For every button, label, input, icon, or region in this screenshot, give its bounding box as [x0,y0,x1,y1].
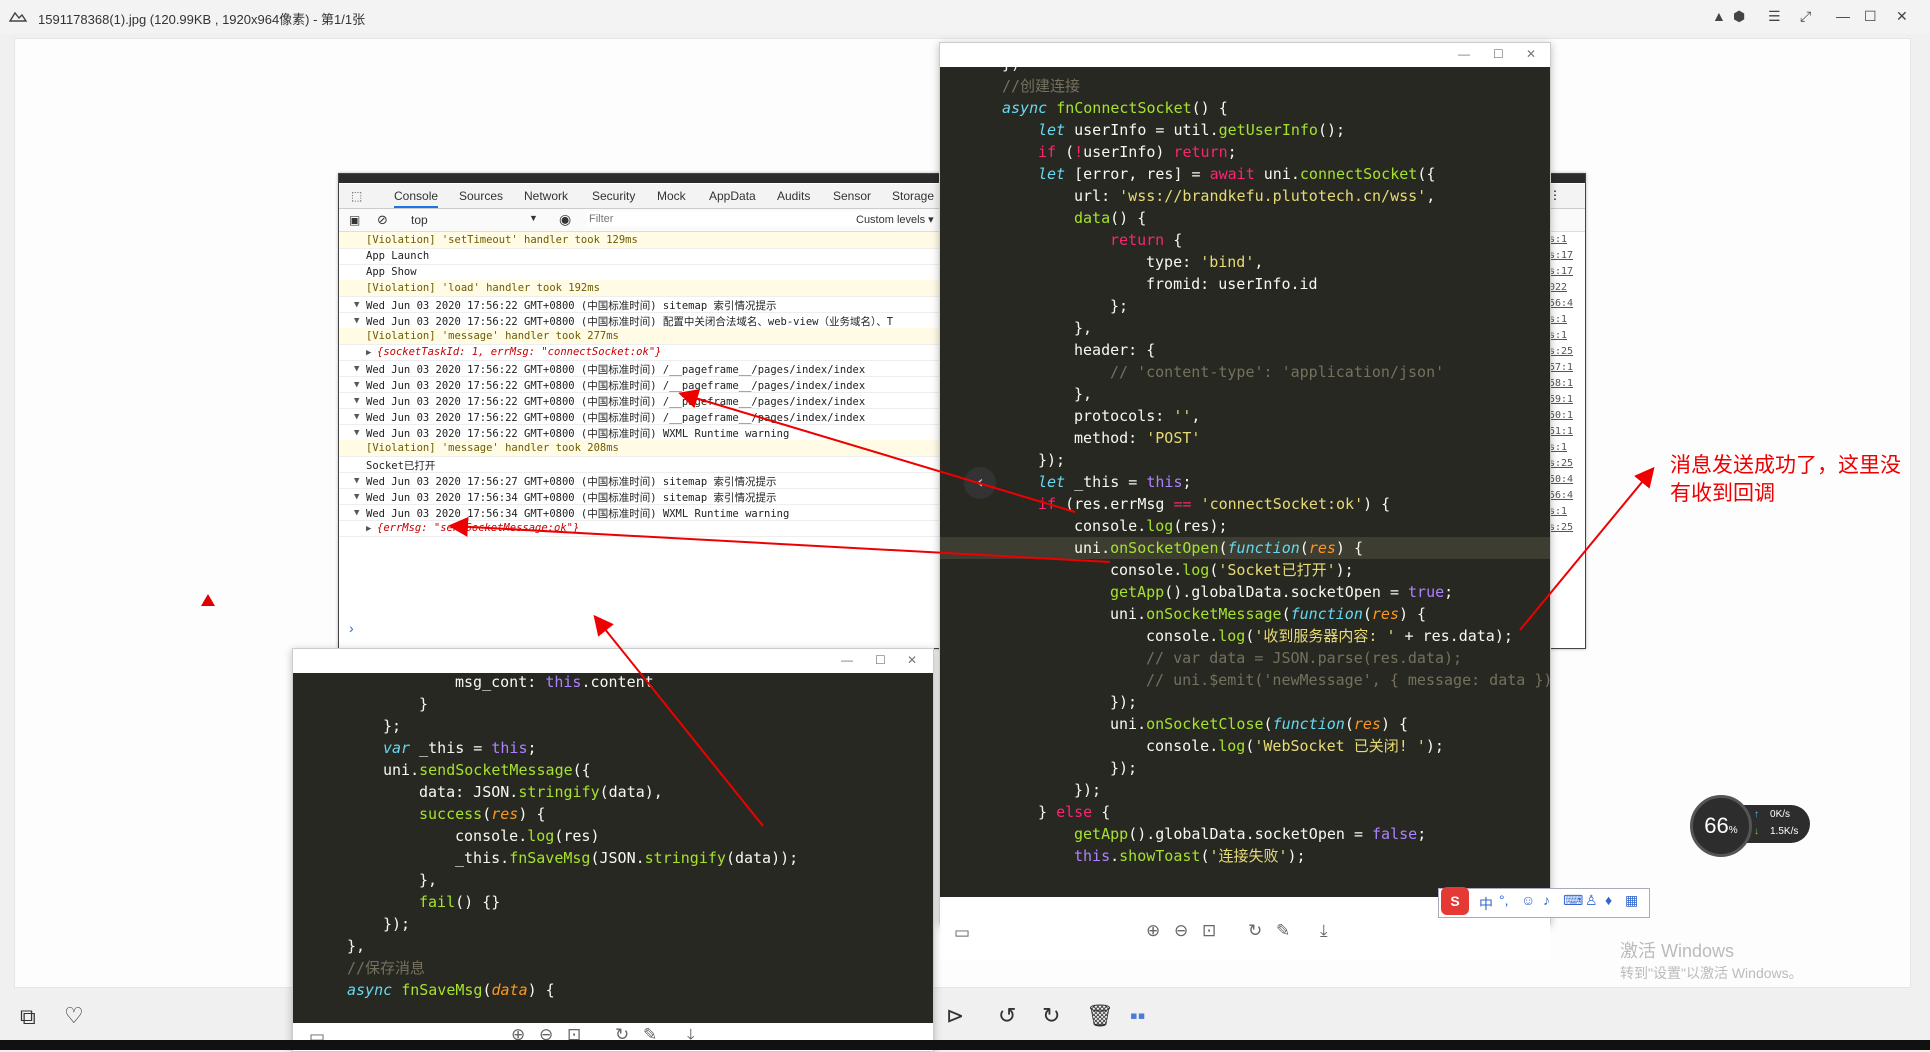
activation-watermark: 激活 Windows 转到"设置"以激活 Windows。 [1620,941,1803,981]
slideshow-play-icon[interactable]: ⊳ [946,1003,964,1029]
ime-toolbar[interactable]: S 中 °, ☺ ♪ ⌨ ♙ ♦ ▦ [1438,887,1650,918]
skin-icon[interactable]: ♦ [1605,892,1612,908]
toolbox-icon[interactable]: ▦ [1625,892,1638,909]
network-widget[interactable]: ↑ 0K/s ↓ 1.5K/s 66% [1690,795,1820,857]
keyboard-icon[interactable]: ⌨ [1563,892,1583,909]
ime-language[interactable]: 中 [1479,894,1493,914]
arrow-annotation [1519,466,1655,631]
heart-icon[interactable]: ♡ [64,1003,84,1029]
emoji-icon[interactable]: ☺ [1521,892,1535,908]
memory-gauge: 66% [1690,795,1752,857]
voice-icon[interactable]: ♪ [1543,892,1550,908]
sogou-logo-icon: S [1441,887,1469,915]
upload-unit: K/s [1775,809,1791,820]
arrow-send-ok [593,614,764,827]
rotate-left-icon[interactable]: ↺ [998,1003,1016,1029]
annotation-text: 消息发送成功了，这里没有收到回调 [1670,453,1901,505]
download-speed: 1.5 [1770,826,1784,837]
apps-icon[interactable]: ▪▪ [1130,1003,1146,1029]
download-unit: K/s [1783,826,1799,837]
punctuation-icon[interactable]: °, [1499,892,1509,908]
rotate-right-icon[interactable]: ↻ [1042,1003,1060,1029]
arrow-socket-open [448,516,1111,563]
delete-icon[interactable]: 🗑 [1086,1003,1114,1029]
taskbar [0,1040,1930,1050]
folder-icon[interactable]: ⧉ [20,1004,36,1030]
user-icon[interactable]: ♙ [1585,892,1598,909]
arrow-connect-ok [678,389,1076,513]
